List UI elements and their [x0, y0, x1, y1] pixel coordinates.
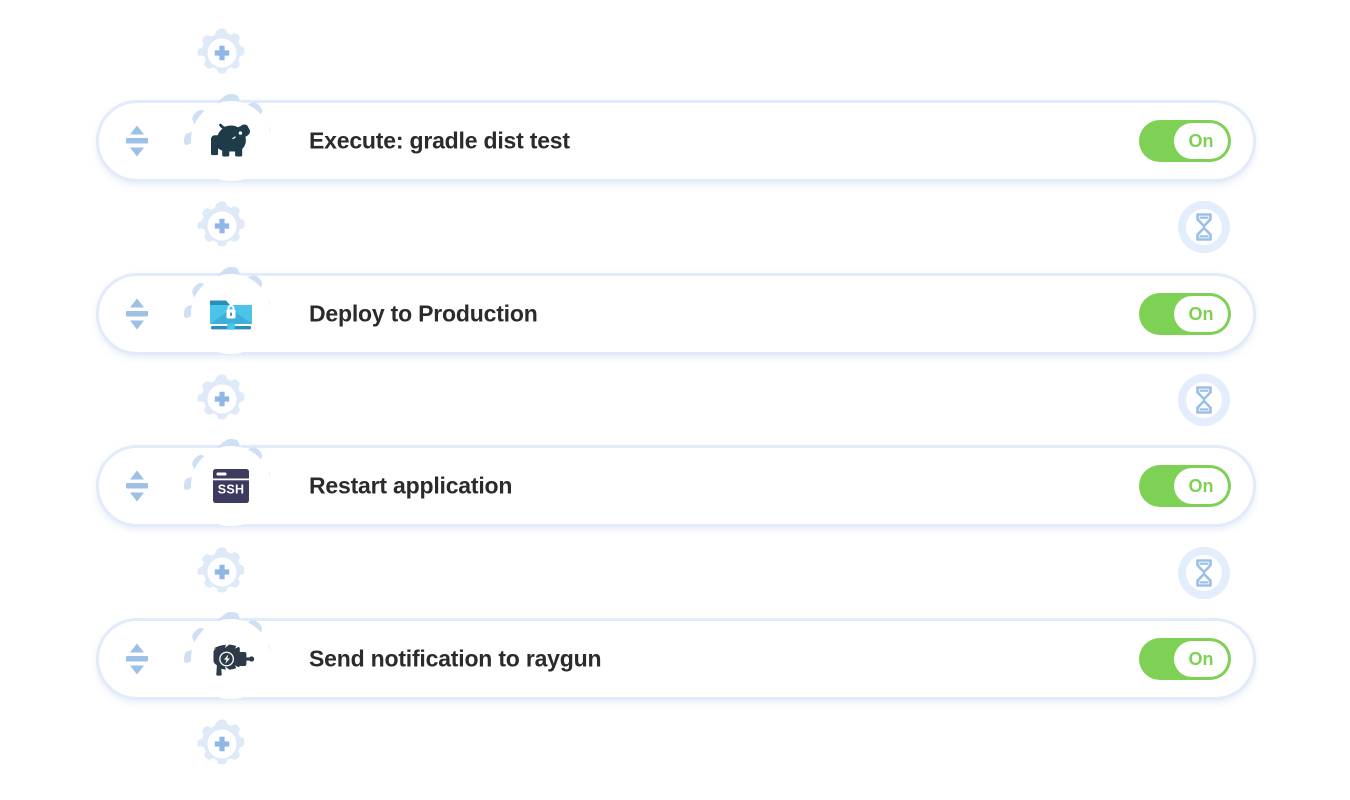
gradle-elephant-icon	[207, 117, 255, 165]
add-step-top[interactable]	[195, 26, 249, 80]
step-icon-badge	[183, 438, 279, 534]
delay-marker-3[interactable]	[1178, 547, 1230, 599]
add-step-bottom[interactable]	[195, 717, 249, 771]
step-icon-badge	[183, 266, 279, 362]
drag-handle-icon[interactable]	[124, 297, 150, 331]
step-icon-disc	[191, 446, 271, 526]
gear-plus-icon	[195, 372, 249, 426]
step-enabled-toggle[interactable]: On	[1139, 638, 1231, 680]
gear-plus-icon	[195, 199, 249, 253]
toggle-state-label: On	[1188, 476, 1214, 496]
hourglass-icon	[1178, 201, 1230, 253]
toggle-state-label: On	[1188, 649, 1214, 669]
hourglass-icon	[1178, 374, 1230, 426]
step-icon-badge	[183, 611, 279, 707]
toggle-knob: On	[1174, 641, 1228, 677]
toggle-state-label: On	[1188, 304, 1214, 324]
step-icon-badge	[183, 93, 279, 189]
delay-marker-1[interactable]	[1178, 201, 1230, 253]
toggle-knob: On	[1174, 123, 1228, 159]
step-enabled-toggle[interactable]: On	[1139, 120, 1231, 162]
step-icon-disc	[191, 274, 271, 354]
pipeline-step-row[interactable]: Restart application On	[96, 445, 1256, 527]
add-step-2[interactable]	[195, 372, 249, 426]
step-icon-disc	[191, 619, 271, 699]
toggle-state-label: On	[1188, 131, 1214, 151]
toggle-knob: On	[1174, 468, 1228, 504]
add-step-3[interactable]	[195, 545, 249, 599]
gear-plus-icon	[195, 545, 249, 599]
step-icon-disc	[191, 101, 271, 181]
pipeline-step-row[interactable]: Send notification to raygun On	[96, 618, 1256, 700]
drag-handle-icon[interactable]	[124, 124, 150, 158]
gear-plus-icon	[195, 717, 249, 771]
toggle-knob: On	[1174, 296, 1228, 332]
drag-handle-icon[interactable]	[124, 642, 150, 676]
gear-plus-icon	[195, 26, 249, 80]
delay-marker-2[interactable]	[1178, 374, 1230, 426]
raygun-icon	[207, 635, 255, 683]
secure-folder-icon	[207, 290, 255, 338]
ssh-terminal-icon	[207, 462, 255, 510]
step-label: Restart application	[309, 472, 513, 499]
hourglass-icon	[1178, 547, 1230, 599]
pipeline-step-row[interactable]: Execute: gradle dist test On	[96, 100, 1256, 182]
step-enabled-toggle[interactable]: On	[1139, 293, 1231, 335]
step-enabled-toggle[interactable]: On	[1139, 465, 1231, 507]
step-label: Deploy to Production	[309, 300, 538, 327]
step-label: Send notification to raygun	[309, 645, 602, 672]
drag-handle-icon[interactable]	[124, 469, 150, 503]
pipeline-step-row[interactable]: Deploy to Production On	[96, 273, 1256, 355]
step-label: Execute: gradle dist test	[309, 127, 570, 154]
add-step-1[interactable]	[195, 199, 249, 253]
